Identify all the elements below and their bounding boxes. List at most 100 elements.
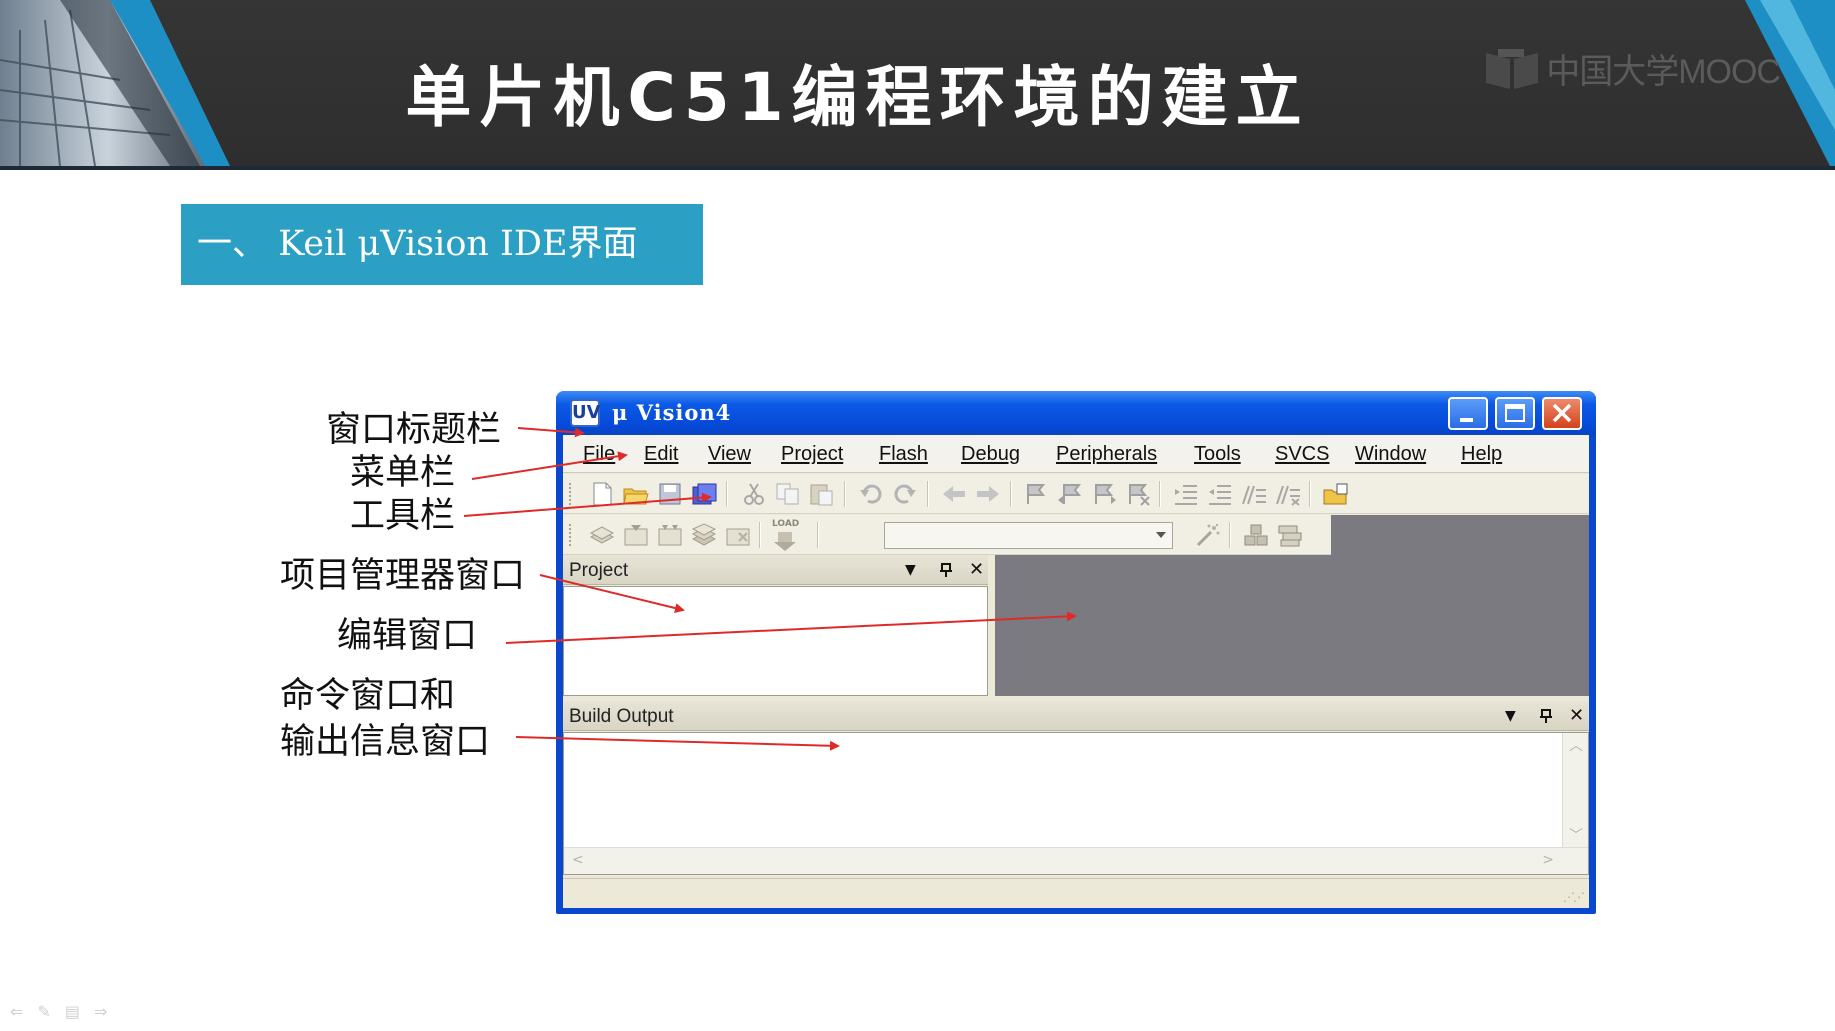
build-output-header[interactable]: Build Output ▼ ✕: [563, 701, 1589, 731]
target-options-icon[interactable]: [1195, 523, 1221, 547]
window-title: μ Vision4: [612, 400, 732, 425]
minimize-button[interactable]: [1448, 397, 1488, 430]
translate-icon[interactable]: [589, 523, 615, 547]
batch-build-icon[interactable]: [691, 523, 717, 547]
horizontal-scrollbar[interactable]: < >: [564, 847, 1588, 874]
menu-view[interactable]: View: [708, 443, 751, 466]
toolbar-empty-area: [1331, 515, 1589, 555]
menu-svcs[interactable]: SVCS: [1275, 443, 1329, 466]
toolbar-grip[interactable]: [569, 524, 572, 546]
toolbar-separator: [1309, 481, 1311, 507]
toolbar-separator: [759, 522, 761, 548]
minimize-icon: [1460, 418, 1473, 422]
find-in-files-icon[interactable]: [1323, 482, 1349, 506]
panel-close-icon[interactable]: ✕: [1569, 705, 1584, 726]
callout-title-bar: 窗口标题栏: [326, 410, 502, 450]
cut-icon[interactable]: [741, 482, 767, 506]
project-panel-header[interactable]: Project ▼ ✕: [563, 555, 988, 585]
build-icon[interactable]: [623, 523, 649, 547]
close-button[interactable]: [1542, 397, 1582, 430]
vertical-scrollbar[interactable]: ︿ ﹀: [1562, 733, 1588, 847]
chevron-down-icon: [1156, 532, 1166, 538]
unindent-icon[interactable]: [1207, 482, 1233, 506]
bookmark-icon[interactable]: [1023, 482, 1049, 506]
editor-area[interactable]: [995, 555, 1589, 696]
resize-grip-icon[interactable]: ⋰⋰: [1563, 890, 1585, 904]
toolbar-separator: [927, 481, 929, 507]
toolbar-separator: [1159, 481, 1161, 507]
open-folder-icon[interactable]: [623, 482, 649, 506]
pin-icon[interactable]: [1539, 709, 1553, 723]
maximize-button[interactable]: [1495, 397, 1535, 430]
menu-edit[interactable]: Edit: [644, 443, 678, 466]
redo-icon[interactable]: [892, 482, 918, 506]
menu-tools[interactable]: Tools: [1194, 443, 1241, 466]
uvision-app-icon[interactable]: UV: [570, 399, 601, 427]
rebuild-icon[interactable]: [657, 523, 683, 547]
scroll-right-icon[interactable]: >: [1542, 852, 1554, 868]
scroll-left-icon[interactable]: <: [572, 852, 584, 868]
callout-toolbar: 工具栏: [350, 496, 456, 536]
project-tree-area[interactable]: [563, 586, 988, 696]
window-titlebar[interactable]: UV μ Vision4: [556, 391, 1596, 435]
slide-banner: 单片机C51编程环境的建立 中国大学MOOC: [0, 0, 1835, 170]
bookmark-next-icon[interactable]: [1091, 482, 1117, 506]
menu-file[interactable]: File: [583, 443, 615, 466]
toolbar-separator: [726, 481, 728, 507]
menu-window[interactable]: Window: [1355, 443, 1426, 466]
nav-back-icon[interactable]: [941, 482, 967, 506]
save-icon[interactable]: [657, 482, 683, 506]
load-icon: [774, 532, 796, 551]
menu-icon[interactable]: ▤: [65, 1002, 80, 1021]
bookmark-clear-icon[interactable]: [1125, 482, 1151, 506]
undo-icon[interactable]: [858, 482, 884, 506]
build-output-area[interactable]: ︿ ﹀ < >: [563, 732, 1589, 875]
paste-icon[interactable]: [809, 482, 835, 506]
banner-divider: [0, 166, 1835, 170]
target-select[interactable]: [884, 522, 1173, 549]
menu-debug[interactable]: Debug: [961, 443, 1020, 466]
callout-output-window: 输出信息窗口: [280, 722, 491, 762]
panel-dropdown-icon[interactable]: ▼: [905, 562, 916, 578]
indent-icon[interactable]: [1173, 482, 1199, 506]
scroll-up-icon[interactable]: ︿: [1569, 735, 1583, 755]
slide-nav-controls: ⇐ ✎ ▤ ⇒: [10, 1002, 107, 1021]
section-heading: 一、 Keil μVision IDE界面: [181, 204, 703, 285]
callout-menu-bar: 菜单栏: [350, 453, 456, 493]
panel-dropdown-icon[interactable]: ▼: [1505, 708, 1516, 724]
callout-project-window: 项目管理器窗口: [280, 556, 526, 596]
mooc-logo: 中国大学MOOC: [1484, 44, 1781, 93]
nav-forward-icon[interactable]: [975, 482, 1001, 506]
toolbar-separator: [1229, 522, 1231, 548]
menu-help[interactable]: Help: [1461, 443, 1502, 466]
load-button[interactable]: LOAD: [769, 519, 805, 551]
panel-close-icon[interactable]: ✕: [969, 559, 984, 580]
scroll-down-icon[interactable]: ﹀: [1569, 825, 1583, 845]
manage-components-icon[interactable]: [1243, 523, 1269, 547]
toolbar-grip[interactable]: [569, 483, 572, 505]
menu-flash[interactable]: Flash: [879, 443, 928, 466]
save-all-icon[interactable]: [691, 482, 717, 506]
comment-icon[interactable]: [1241, 482, 1267, 506]
maximize-icon: [1505, 404, 1525, 422]
mooc-book-icon: [1486, 48, 1539, 89]
pen-icon[interactable]: ✎: [37, 1002, 50, 1021]
select-packs-icon[interactable]: [1277, 523, 1303, 547]
nav-forward-icon[interactable]: ⇒: [94, 1002, 107, 1021]
toolbar-separator: [817, 522, 819, 548]
copy-icon[interactable]: [775, 482, 801, 506]
bookmark-prev-icon[interactable]: [1057, 482, 1083, 506]
build-toolbar: LOAD: [563, 515, 1331, 555]
uvision-window: UV μ Vision4 File Edit View Project Flas…: [556, 391, 1596, 914]
menu-peripherals[interactable]: Peripherals: [1056, 443, 1157, 466]
load-label: LOAD: [772, 519, 800, 529]
menu-project[interactable]: Project: [781, 443, 843, 466]
file-toolbar: [563, 474, 1589, 514]
toolbar-separator: [844, 481, 846, 507]
stop-build-icon[interactable]: [725, 523, 751, 547]
new-file-icon[interactable]: [589, 482, 615, 506]
nav-back-icon[interactable]: ⇐: [10, 1002, 23, 1021]
uncomment-icon[interactable]: [1275, 482, 1301, 506]
callout-command-window: 命令窗口和: [280, 676, 456, 716]
pin-icon[interactable]: [939, 563, 953, 577]
